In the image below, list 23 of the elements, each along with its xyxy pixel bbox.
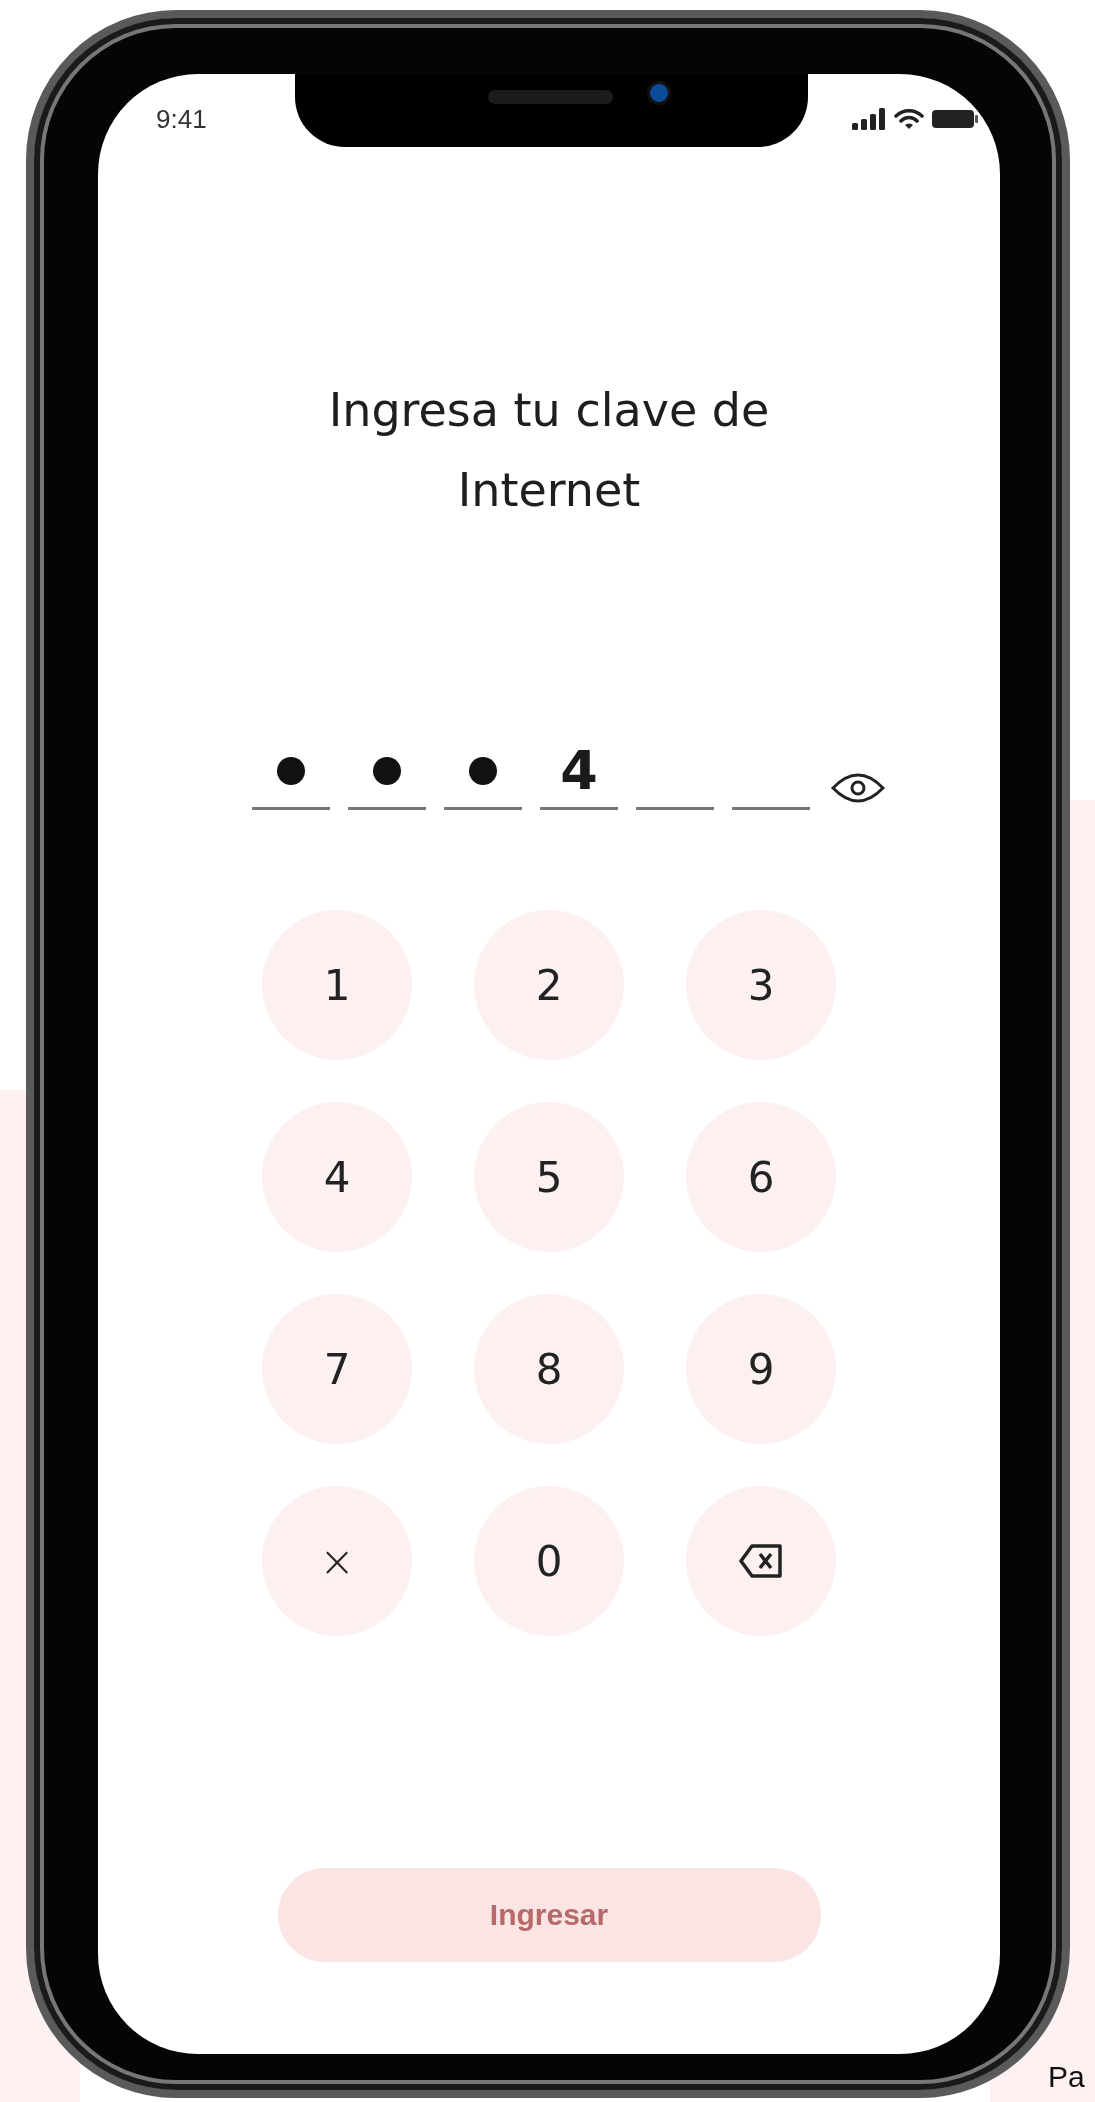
digit-key[interactable]: 2 [474,910,624,1060]
masked-digit-dot [373,757,401,785]
entered-digit: 4 [560,744,598,798]
digit-key[interactable]: 6 [686,1102,836,1252]
status-time: 9:41 [156,103,207,135]
battery-icon [932,108,978,130]
signal-icon [852,108,886,130]
backspace-icon [738,1543,784,1579]
digit-key[interactable]: 8 [474,1294,624,1444]
wifi-icon [894,108,924,130]
clear-key[interactable]: × [262,1486,412,1636]
digit-key[interactable]: 7 [262,1294,412,1444]
camera-lens [650,84,668,102]
digit-key[interactable]: 9 [686,1294,836,1444]
digit-key[interactable]: 5 [474,1102,624,1252]
digit-key[interactable]: 3 [686,910,836,1060]
page-text: Pa [1048,2060,1085,2094]
masked-digit-dot [469,757,497,785]
digit-key[interactable]: 0 [474,1486,624,1636]
screen-title: Ingresa tu clave de Internet [327,382,771,519]
digit-key[interactable]: 4 [262,1102,412,1252]
digit-key[interactable]: 1 [262,910,412,1060]
masked-digit-dot [277,757,305,785]
